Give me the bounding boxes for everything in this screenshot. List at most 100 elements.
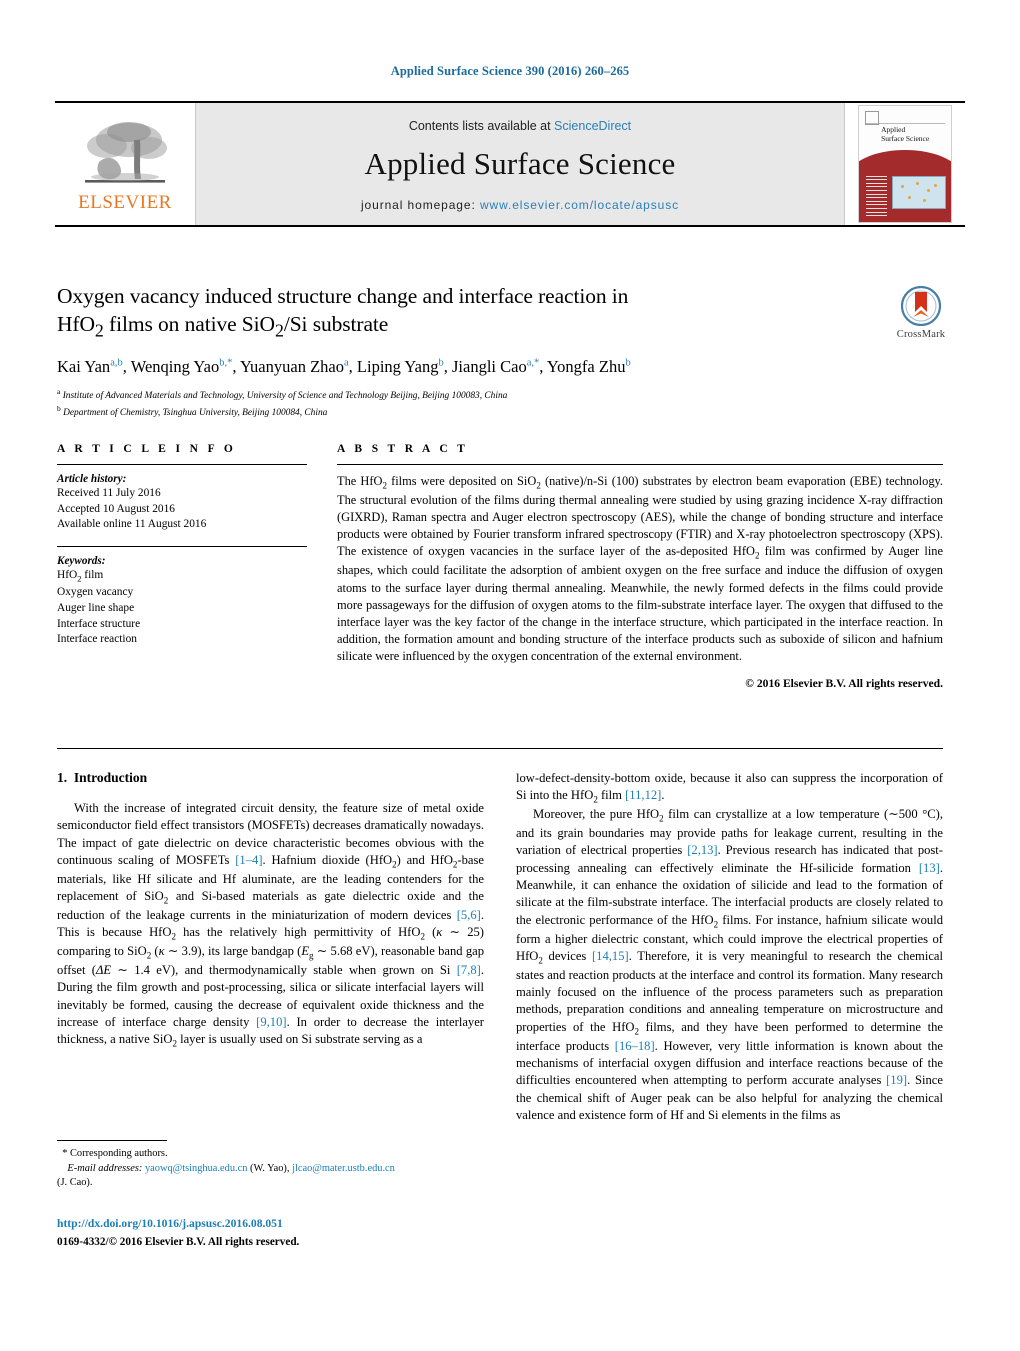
author-affil-marker: a,* xyxy=(526,357,540,369)
citation-link[interactable]: [19] xyxy=(886,1073,907,1087)
citation-link[interactable]: [9,10] xyxy=(256,1015,286,1029)
affiliation-list: a Institute of Advanced Materials and Te… xyxy=(57,387,877,421)
section-number: 1. xyxy=(57,770,68,785)
title-line-1: Oxygen vacancy induced structure change … xyxy=(57,284,629,308)
history-accepted: Accepted 10 August 2016 xyxy=(57,502,175,515)
article-history-label: Article history: xyxy=(57,473,127,485)
body-columns: 1. Introduction With the increase of int… xyxy=(57,770,943,1124)
affiliation-marker: a xyxy=(57,387,61,397)
affiliation-text: Institute of Advanced Materials and Tech… xyxy=(62,391,508,402)
keyword-pre: HfO xyxy=(57,569,78,582)
journal-title: Applied Surface Science xyxy=(364,145,676,181)
crossmark-icon xyxy=(900,285,942,327)
citation-link[interactable]: [14,15] xyxy=(592,949,629,963)
running-head: Applied Surface Science 390 (2016) 260–2… xyxy=(390,64,630,78)
citation-link[interactable]: [1–4] xyxy=(235,853,262,867)
title-line-2-part-c: /Si substrate xyxy=(283,311,389,336)
citation-link[interactable]: [16–18] xyxy=(615,1039,655,1053)
elsevier-logo: ELSEVIER xyxy=(55,103,195,225)
affiliation-item: b Department of Chemistry, Tsinghua Univ… xyxy=(57,404,877,421)
section-title-text: Introduction xyxy=(73,770,148,785)
author-item[interactable]: Yongfa Zhub xyxy=(547,357,631,376)
journal-masthead: ELSEVIER Contents lists available at Sci… xyxy=(55,101,965,227)
crossmark-label: CrossMark xyxy=(896,329,946,340)
cover-title-text: Applied Surface Science xyxy=(881,125,929,144)
intro-paragraph-1-continued: low-defect-density-bottom oxide, because… xyxy=(516,771,943,805)
author-item[interactable]: Kai Yana,b xyxy=(57,357,123,376)
contents-prefix: Contents lists available at xyxy=(408,118,555,133)
author-list: Kai Yana,b, Wenqing Yaob,*, Yuanyuan Zha… xyxy=(57,356,877,377)
citation-link[interactable]: [7,8] xyxy=(457,963,481,977)
author-affil-marker: a,b xyxy=(110,357,123,369)
author-name: Wenqing Yao xyxy=(130,356,220,376)
author-item[interactable]: Wenqing Yaob,* xyxy=(131,357,233,376)
homepage-prefix: journal homepage: xyxy=(360,197,480,212)
author-separator: , xyxy=(232,356,240,376)
citation-link[interactable]: [5,6] xyxy=(457,908,481,922)
citation-link[interactable]: [11,12] xyxy=(625,788,661,802)
corresponding-author-note: * Corresponding authors. xyxy=(57,1147,484,1162)
title-line-2-part-a: HfO xyxy=(57,311,95,336)
email-owner-1: (W. Yao), xyxy=(247,1162,293,1174)
sciencedirect-link[interactable]: ScienceDirect xyxy=(554,119,631,133)
divider xyxy=(337,464,943,465)
contents-available-line: Contents lists available at ScienceDirec… xyxy=(409,119,631,133)
history-received: Received 11 July 2016 xyxy=(57,487,161,499)
citation-link[interactable]: [2,13] xyxy=(687,843,717,857)
divider xyxy=(57,748,943,749)
title-line-2-part-b: films on native SiO xyxy=(103,311,275,336)
abstract-heading: A B S T R A C T xyxy=(337,443,469,455)
email-label: E-mail addresses: xyxy=(67,1162,143,1174)
cover-figure-thumb xyxy=(892,175,946,209)
cover-toc-lines xyxy=(866,175,887,219)
email-note: E-mail addresses: yaowq@tsinghua.edu.cn … xyxy=(57,1162,484,1191)
journal-cover-thumb: Applied Surface Science xyxy=(845,103,965,225)
homepage-url-link[interactable]: www.elsevier.com/locate/apsusc xyxy=(480,198,679,212)
author-separator: , xyxy=(348,356,357,376)
page-title: Oxygen vacancy induced structure change … xyxy=(57,283,877,342)
elsevier-tree-icon xyxy=(77,118,173,192)
citation-link[interactable]: [13] xyxy=(919,861,940,875)
divider xyxy=(57,546,307,548)
author-separator: , xyxy=(539,356,547,376)
history-available-online: Available online 11 August 2016 xyxy=(57,518,207,531)
body-column-left: 1. Introduction With the increase of int… xyxy=(57,770,484,1124)
doi-link[interactable]: http://dx.doi.org/10.1016/j.apsusc.2016.… xyxy=(57,1216,517,1232)
masthead-center: Contents lists available at ScienceDirec… xyxy=(195,103,845,225)
title-sub-1: 2 xyxy=(94,319,104,340)
title-sub-2: 2 xyxy=(274,319,284,340)
info-abstract-region: A R T I C L E I N F O Article history: R… xyxy=(57,443,943,690)
author-affil-marker: b,* xyxy=(219,357,233,369)
footnote-block: * Corresponding authors. E-mail addresse… xyxy=(57,1140,484,1191)
footnote-divider xyxy=(57,1140,167,1141)
author-item[interactable]: Jiangli Caoa,* xyxy=(452,357,539,376)
footer-block: http://dx.doi.org/10.1016/j.apsusc.2016.… xyxy=(57,1216,517,1250)
author-separator: , xyxy=(443,356,453,376)
email-owner-2: (J. Cao). xyxy=(57,1177,93,1189)
cover-publisher-mark xyxy=(864,110,880,126)
keyword-item: Oxygen vacancy xyxy=(57,586,134,599)
title-block: Oxygen vacancy induced structure change … xyxy=(57,283,877,421)
author-separator: , xyxy=(122,356,131,376)
author-item[interactable]: Yuanyuan Zhaoa xyxy=(240,357,349,376)
affiliation-text: Department of Chemistry, Tsinghua Univer… xyxy=(63,408,328,419)
issn-copyright-line: 0169-4332/© 2016 Elsevier B.V. All right… xyxy=(57,1235,300,1248)
intro-paragraph-1: With the increase of integrated circuit … xyxy=(57,801,485,1049)
author-name: Yuanyuan Zhao xyxy=(239,356,344,376)
keyword-item: Auger line shape xyxy=(57,601,135,614)
body-column-right: low-defect-density-bottom oxide, because… xyxy=(516,770,943,1124)
affiliation-marker: b xyxy=(57,403,61,413)
article-info-column: A R T I C L E I N F O Article history: R… xyxy=(57,443,307,690)
email-link-1[interactable]: yaowq@tsinghua.edu.cn xyxy=(145,1163,248,1174)
crossmark-badge-container[interactable]: CrossMark xyxy=(884,285,958,340)
author-name: Kai Yan xyxy=(57,356,111,376)
author-name: Liping Yang xyxy=(356,356,439,376)
author-affil-marker: b xyxy=(625,357,631,369)
section-heading-introduction: 1. Introduction xyxy=(57,770,484,786)
article-info-heading: A R T I C L E I N F O xyxy=(57,443,237,455)
email-link-2[interactable]: jlcao@mater.ustb.edu.cn xyxy=(292,1163,395,1174)
abstract-text: The HfO2 films were deposited on SiO2 (n… xyxy=(337,474,943,664)
keyword-post: film xyxy=(81,569,104,582)
author-item[interactable]: Liping Yangb xyxy=(357,357,444,376)
keyword-item: Interface reaction xyxy=(57,633,137,646)
